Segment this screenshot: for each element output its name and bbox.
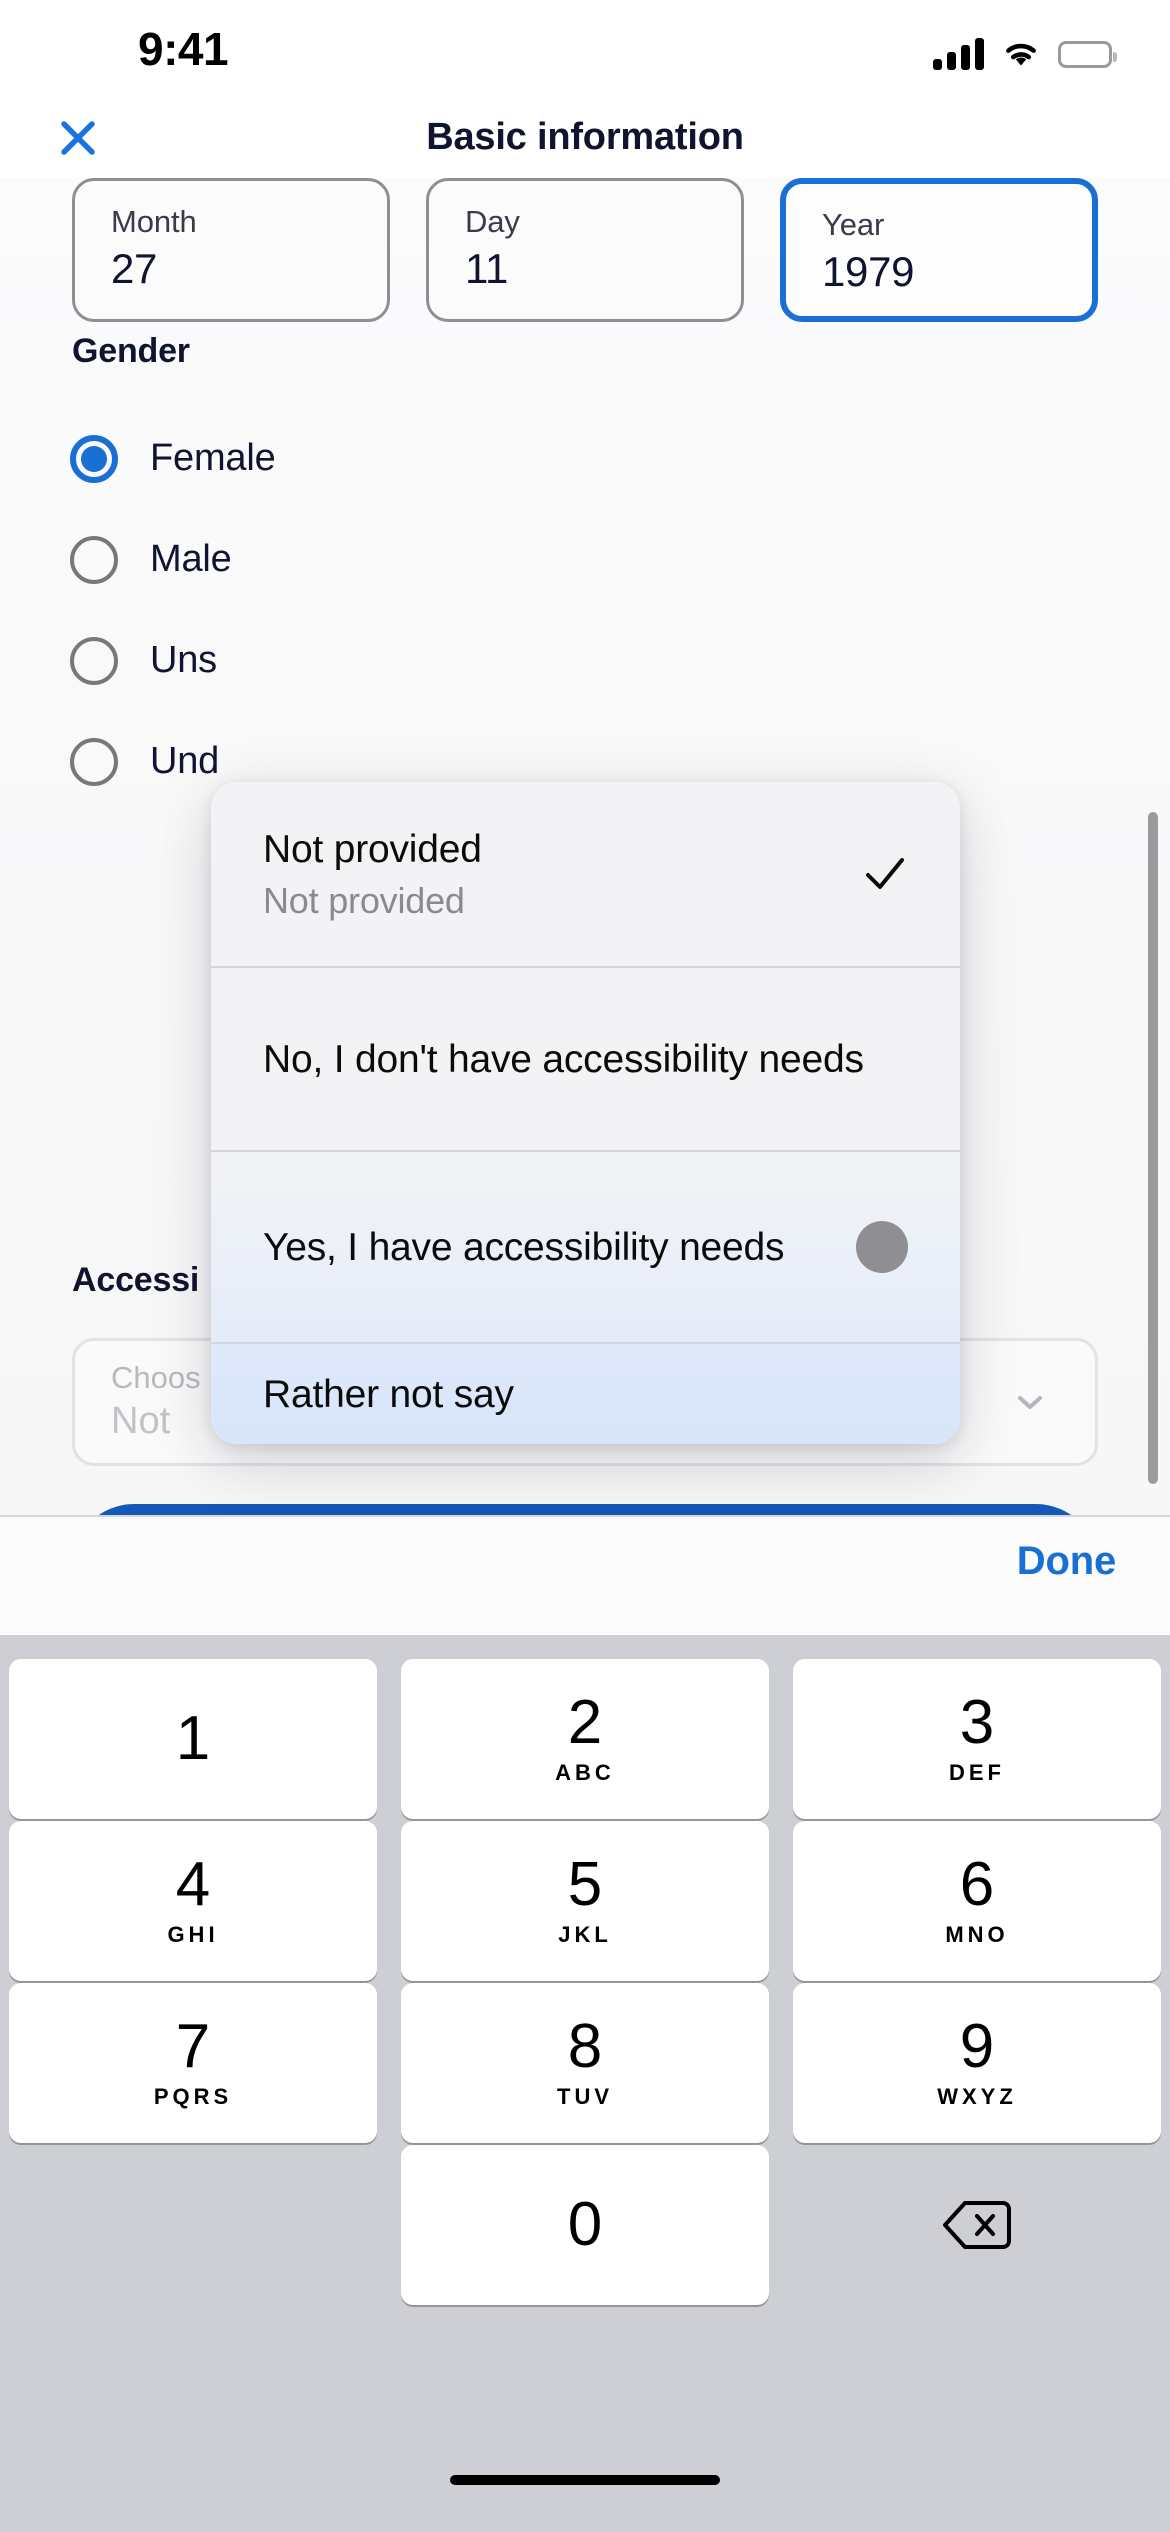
radio-unselected-icon bbox=[70, 737, 118, 786]
accessibility-section-title: Accessi bbox=[72, 1261, 200, 1299]
day-field-value: 11 bbox=[465, 245, 508, 292]
keypad-key-letters: MNO bbox=[945, 1922, 1009, 1947]
keypad-key-5[interactable]: 5 JKL bbox=[401, 1821, 769, 1981]
month-field[interactable]: Month 27 bbox=[72, 178, 390, 322]
numeric-keypad: 1 2 ABC 3 DEF 4 GHI 5 JKL 6 MNO 7 PQRS 8… bbox=[0, 1635, 1170, 2447]
keypad-backspace-key[interactable] bbox=[793, 2145, 1161, 2305]
radio-unselected-icon bbox=[70, 535, 118, 584]
home-indicator[interactable] bbox=[450, 2475, 720, 2485]
keypad-key-digit: 8 bbox=[567, 2012, 603, 2081]
status-bar-icons bbox=[933, 38, 1117, 70]
keypad-spacer-left bbox=[9, 2145, 377, 2305]
dropdown-item-not-provided[interactable]: Not provided Not provided bbox=[211, 782, 960, 966]
year-field-value: 1979 bbox=[822, 248, 915, 295]
dropdown-item-subtitle: Not provided bbox=[263, 879, 465, 921]
dropdown-item-rather-not-say[interactable]: Rather not say bbox=[211, 1342, 960, 1444]
status-bar: 9:41 bbox=[0, 0, 1170, 100]
keyboard-accessory-bar: Done bbox=[0, 1515, 1170, 1637]
accessibility-dropdown-menu: Not provided Not provided No, I don't ha… bbox=[211, 782, 960, 1444]
keypad-key-9[interactable]: 9 WXYZ bbox=[793, 1983, 1161, 2143]
day-field-label: Day bbox=[465, 204, 520, 239]
wifi-icon bbox=[1000, 38, 1042, 70]
dropdown-item-title: Rather not say bbox=[263, 1372, 514, 1416]
keypad-key-0[interactable]: 0 bbox=[401, 2145, 769, 2305]
vertical-scrollbar[interactable] bbox=[1148, 812, 1158, 1484]
gender-radio-group: Female Male Uns Und bbox=[70, 408, 770, 812]
dropdown-item-yes-needs[interactable]: Yes, I have accessibility needs bbox=[211, 1150, 960, 1342]
touch-indicator-icon bbox=[856, 1221, 908, 1273]
keypad-key-digit: 6 bbox=[959, 1850, 995, 1919]
keypad-key-letters: DEF bbox=[949, 1760, 1005, 1785]
keypad-key-7[interactable]: 7 PQRS bbox=[9, 1983, 377, 2143]
cellular-signal-icon bbox=[933, 38, 984, 70]
done-button[interactable]: Done bbox=[1017, 1539, 1116, 1584]
check-icon bbox=[862, 851, 908, 897]
keypad-key-letters: PQRS bbox=[153, 2084, 233, 2109]
keypad-row-3: 7 PQRS 8 TUV 9 WXYZ bbox=[0, 1983, 1170, 2143]
year-field-label: Year bbox=[822, 207, 885, 242]
keypad-key-digit: 7 bbox=[175, 2012, 211, 2081]
keypad-key-letters: ABC bbox=[555, 1760, 615, 1785]
gender-option-female-label: Female bbox=[150, 437, 276, 479]
keypad-key-digit: 2 bbox=[567, 1688, 603, 1757]
home-indicator-area bbox=[0, 2447, 1170, 2532]
keypad-key-3[interactable]: 3 DEF bbox=[793, 1659, 1161, 1819]
radio-unselected-icon bbox=[70, 636, 118, 685]
dropdown-item-no-needs[interactable]: No, I don't have accessibility needs bbox=[211, 966, 960, 1150]
gender-option-fourth-label: Und bbox=[150, 740, 220, 782]
gender-option-male[interactable]: Male bbox=[70, 509, 770, 610]
dropdown-item-text: Rather not say bbox=[263, 1369, 908, 1420]
primary-continue-button[interactable] bbox=[72, 1504, 1098, 1515]
gender-option-female[interactable]: Female bbox=[70, 408, 770, 509]
dropdown-item-text: No, I don't have accessibility needs bbox=[263, 1034, 908, 1085]
keypad-key-digit: 4 bbox=[175, 1850, 211, 1919]
keypad-key-6[interactable]: 6 MNO bbox=[793, 1821, 1161, 1981]
chevron-down-icon bbox=[1013, 1385, 1047, 1419]
dropdown-item-title: Yes, I have accessibility needs bbox=[263, 1225, 785, 1269]
keypad-key-letters: JKL bbox=[558, 1922, 612, 1947]
keypad-key-digit: 1 bbox=[175, 1704, 211, 1773]
keypad-key-letters: GHI bbox=[167, 1922, 219, 1947]
year-field[interactable]: Year 1979 bbox=[780, 178, 1098, 322]
keypad-row-1: 1 2 ABC 3 DEF bbox=[0, 1659, 1170, 1819]
radio-selected-icon bbox=[70, 434, 118, 483]
keypad-key-2[interactable]: 2 ABC bbox=[401, 1659, 769, 1819]
dropdown-item-text: Yes, I have accessibility needs bbox=[263, 1222, 856, 1273]
page-title: Basic information bbox=[426, 116, 744, 158]
day-field[interactable]: Day 11 bbox=[426, 178, 744, 322]
keypad-key-4[interactable]: 4 GHI bbox=[9, 1821, 377, 1981]
keypad-row-4: 0 bbox=[0, 2145, 1170, 2305]
dropdown-item-title: No, I don't have accessibility needs bbox=[263, 1037, 864, 1081]
keypad-key-letters: WXYZ bbox=[937, 2084, 1017, 2109]
keypad-key-8[interactable]: 8 TUV bbox=[401, 1983, 769, 2143]
keypad-row-2: 4 GHI 5 JKL 6 MNO bbox=[0, 1821, 1170, 1981]
keypad-key-1[interactable]: 1 bbox=[9, 1659, 377, 1819]
date-of-birth-row: Month 27 Day 11 Year 1979 bbox=[72, 178, 1098, 322]
nav-header: Basic information bbox=[0, 100, 1170, 178]
keypad-key-letters: TUV bbox=[557, 2084, 613, 2109]
gender-option-third-label: Uns bbox=[150, 639, 217, 681]
gender-section-title: Gender bbox=[72, 332, 190, 370]
dropdown-item-text: Not provided Not provided bbox=[263, 824, 862, 925]
month-field-value: 27 bbox=[111, 245, 158, 292]
status-bar-time: 9:41 bbox=[138, 23, 229, 75]
keypad-key-digit: 9 bbox=[959, 2012, 995, 2081]
gender-option-third[interactable]: Uns bbox=[70, 610, 770, 711]
battery-icon bbox=[1058, 40, 1117, 68]
month-field-label: Month bbox=[111, 204, 197, 239]
keypad-key-digit: 3 bbox=[959, 1688, 995, 1757]
gender-option-male-label: Male bbox=[150, 538, 232, 580]
keypad-key-digit: 5 bbox=[567, 1850, 603, 1919]
backspace-icon bbox=[941, 2197, 1013, 2253]
keypad-key-digit: 0 bbox=[567, 2190, 603, 2259]
dropdown-item-title: Not provided bbox=[263, 827, 482, 871]
